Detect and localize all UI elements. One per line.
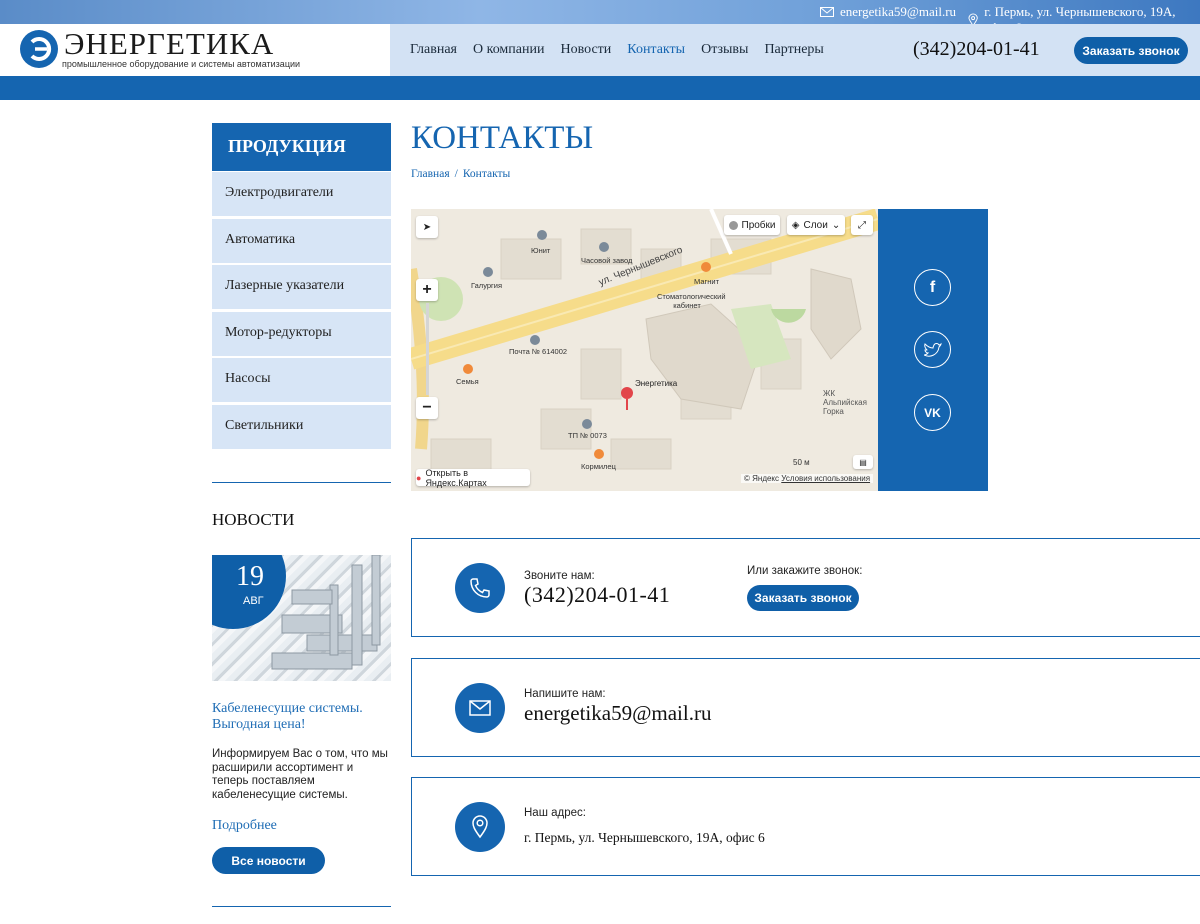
map-place: Магнит: [694, 277, 720, 286]
top-email-text: energetika59@mail.ru: [840, 4, 957, 19]
all-news-button[interactable]: Все новости: [212, 847, 325, 874]
location-pin-icon: [455, 802, 505, 852]
callback-button[interactable]: Заказать звонок: [747, 585, 859, 611]
map-ruler-button[interactable]: ▤: [853, 455, 873, 469]
top-email[interactable]: energetika59@mail.ru: [820, 4, 956, 20]
sidebar-item-motors[interactable]: Электродвигатели: [212, 172, 391, 216]
breadcrumb-separator: /: [454, 168, 458, 180]
email-value[interactable]: energetika59@mail.ru: [524, 701, 711, 726]
map-canvas: [411, 209, 878, 491]
map-zoom-slider[interactable]: [426, 303, 429, 395]
map-place: Галургия: [471, 281, 503, 290]
header-band: [0, 76, 1200, 100]
news-title-link[interactable]: Кабеленесущие системы. Выгодная цена!: [212, 701, 391, 733]
envelope-icon: [455, 683, 505, 733]
map-scale: 50 м: [793, 458, 810, 467]
contact-card-phone: Звоните нам: (342)204-01-41 Или закажите…: [411, 538, 1200, 637]
sidebar-item-automation[interactable]: Автоматика: [212, 218, 391, 263]
contact-card-email: Напишите нам: energetika59@mail.ru: [411, 658, 1200, 757]
nav-item-news[interactable]: Новости: [560, 42, 611, 58]
yandex-map[interactable]: ул. Чернышевского Энергетика Юнит Часово…: [411, 209, 878, 491]
email-label: Напишите нам:: [524, 688, 606, 700]
traffic-light-icon: [728, 220, 738, 230]
open-in-yandex-maps-link[interactable]: ● Открыть в Яндекс.Картах: [416, 467, 530, 488]
plus-icon: +: [422, 281, 432, 298]
mail-icon: [820, 7, 834, 17]
news-more-link[interactable]: Подробнее: [212, 818, 277, 834]
nav-item-about[interactable]: О компании: [473, 42, 544, 58]
map-place: Часовой завод: [581, 256, 633, 265]
contact-card-address: Наш адрес: г. Пермь, ул. Чернышевского, …: [411, 777, 1200, 876]
layers-icon: ◈: [791, 219, 800, 231]
breadcrumb-home[interactable]: Главная: [411, 168, 450, 180]
map-pin-icon: ●: [416, 472, 422, 483]
map-geolocate-button[interactable]: ➤: [416, 216, 438, 238]
main-nav: Главная О компании Новости Контакты Отзы…: [410, 42, 824, 58]
map-place: Семья: [456, 377, 479, 386]
address-value: г. Пермь, ул. Чернышевского, 19А, офис 6: [524, 830, 765, 845]
vk-icon[interactable]: VK: [914, 394, 951, 431]
expand-icon: ⤢: [858, 219, 866, 231]
phone-icon: [455, 563, 505, 613]
nav-item-home[interactable]: Главная: [410, 42, 457, 58]
news-heading: НОВОСТИ: [212, 510, 295, 529]
news-date-day: 19: [236, 561, 264, 592]
brand-name: ЭНЕРГЕТИКА: [64, 26, 275, 61]
phone-value[interactable]: (342)204-01-41: [524, 582, 670, 608]
map-zoom-in-button[interactable]: +: [416, 279, 438, 301]
map-marker-label: Энергетика: [635, 379, 678, 388]
product-menu: Электродвигатели Автоматика Лазерные ука…: [212, 172, 391, 451]
nav-item-partners[interactable]: Партнеры: [764, 42, 823, 58]
phone-label: Звоните нам:: [524, 570, 595, 582]
page-title: КОНТАКТЫ: [411, 120, 594, 156]
map-terms-link[interactable]: Условия использования: [781, 474, 870, 483]
social-links: f VK: [878, 209, 988, 491]
map-traffic-label: Пробки: [741, 219, 776, 231]
open-in-yandex-label: Открыть в Яндекс.Картах: [425, 467, 487, 488]
header-phone[interactable]: (342)204-01-41: [913, 38, 1040, 61]
map-place: ТП № 0073: [568, 431, 607, 440]
minus-icon: −: [422, 399, 432, 416]
map-traffic-button[interactable]: Пробки: [724, 215, 780, 235]
facebook-icon[interactable]: f: [914, 269, 951, 306]
sidebar-item-gearmotors[interactable]: Мотор-редукторы: [212, 311, 391, 356]
map-place: Почта № 614002: [509, 347, 568, 356]
sidebar-item-pumps[interactable]: Насосы: [212, 358, 391, 402]
breadcrumb-current: Контакты: [462, 168, 511, 180]
top-strip: energetika59@mail.ru г. Пермь, ул. Черны…: [0, 0, 1200, 35]
map-place: Юнит: [531, 246, 551, 255]
header-callback-button[interactable]: Заказать звонок: [1074, 37, 1188, 64]
nav-item-contacts[interactable]: Контакты: [627, 42, 685, 58]
address-label: Наш адрес:: [524, 807, 586, 819]
nav-item-reviews[interactable]: Отзывы: [701, 42, 748, 58]
sidebar-title: ПРОДУКЦИЯ: [212, 123, 391, 171]
navigation-arrow-icon: ➤: [422, 221, 432, 233]
news-date-month: АВГ: [243, 595, 264, 607]
news-text: Информируем Вас о том, что мы расширили …: [212, 748, 388, 801]
map-layers-button[interactable]: ◈ Слои ⌄: [787, 215, 845, 235]
map-layers-label: Слои: [803, 219, 828, 231]
map-fullscreen-button[interactable]: ⤢: [851, 215, 873, 235]
divider: [212, 482, 391, 483]
brand-tagline: промышленное оборудование и системы авто…: [62, 59, 301, 69]
map-copyright-text: © Яндекс: [744, 474, 780, 483]
callback-label: Или закажите звонок:: [747, 565, 863, 577]
sidebar-item-laser[interactable]: Лазерные указатели: [212, 265, 391, 309]
map-copyright: © Яндекс Условия использования: [741, 474, 874, 483]
twitter-icon[interactable]: [914, 331, 951, 368]
map-place: Кормилец: [581, 462, 616, 471]
logo-mark-icon: [20, 30, 58, 68]
breadcrumb: Главная / Контакты: [411, 168, 510, 180]
news-image[interactable]: 19 АВГ: [212, 555, 391, 681]
map-place: Стоматологический кабинет: [657, 292, 726, 310]
map-place: ЖК Альпийская Горка: [823, 389, 867, 416]
chevron-down-icon: ⌄: [831, 219, 841, 231]
ruler-icon: ▤: [859, 457, 867, 467]
sidebar-item-lamps[interactable]: Светильники: [212, 404, 391, 449]
divider: [212, 906, 391, 907]
map-zoom-out-button[interactable]: −: [416, 397, 438, 419]
